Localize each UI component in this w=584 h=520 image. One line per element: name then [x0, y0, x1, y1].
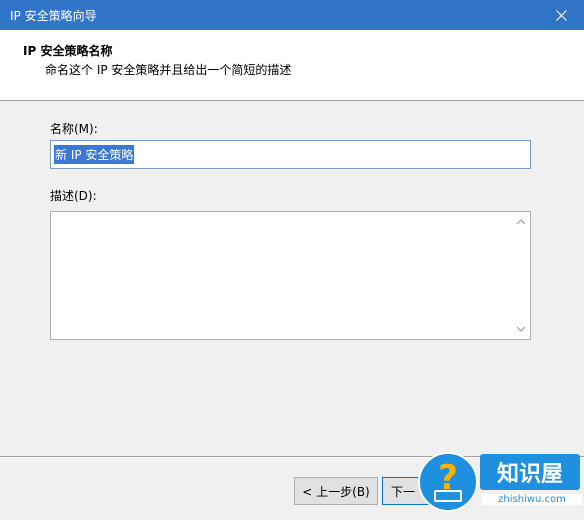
name-label: 名称(M): — [50, 122, 98, 136]
close-icon — [555, 9, 567, 21]
wizard-header: IP 安全策略名称 命名这个 IP 安全策略并且给出一个简短的描述 — [0, 30, 584, 101]
scroll-up-icon[interactable] — [516, 218, 526, 226]
close-button[interactable] — [538, 0, 584, 30]
description-textarea[interactable] — [50, 211, 531, 340]
scroll-down-icon[interactable] — [516, 325, 526, 333]
page-subtitle: 命名这个 IP 安全策略并且给出一个简短的描述 — [45, 63, 292, 77]
name-field-value: 新 IP 安全策略 — [54, 145, 135, 164]
watermark-logo: ? 知识屋 zhishiwu.com — [410, 446, 584, 520]
window-title: IP 安全策略向导 — [10, 9, 97, 23]
description-label: 描述(D): — [50, 189, 97, 203]
watermark-brand: 知识屋 — [480, 454, 580, 490]
title-bar: IP 安全策略向导 — [0, 0, 584, 30]
back-button[interactable]: < 上一步(B) — [294, 477, 378, 505]
question-icon: ? — [418, 452, 478, 512]
name-field[interactable]: 新 IP 安全策略 — [50, 140, 531, 169]
watermark-url: zhishiwu.com — [482, 494, 582, 505]
page-title: IP 安全策略名称 — [23, 44, 113, 58]
